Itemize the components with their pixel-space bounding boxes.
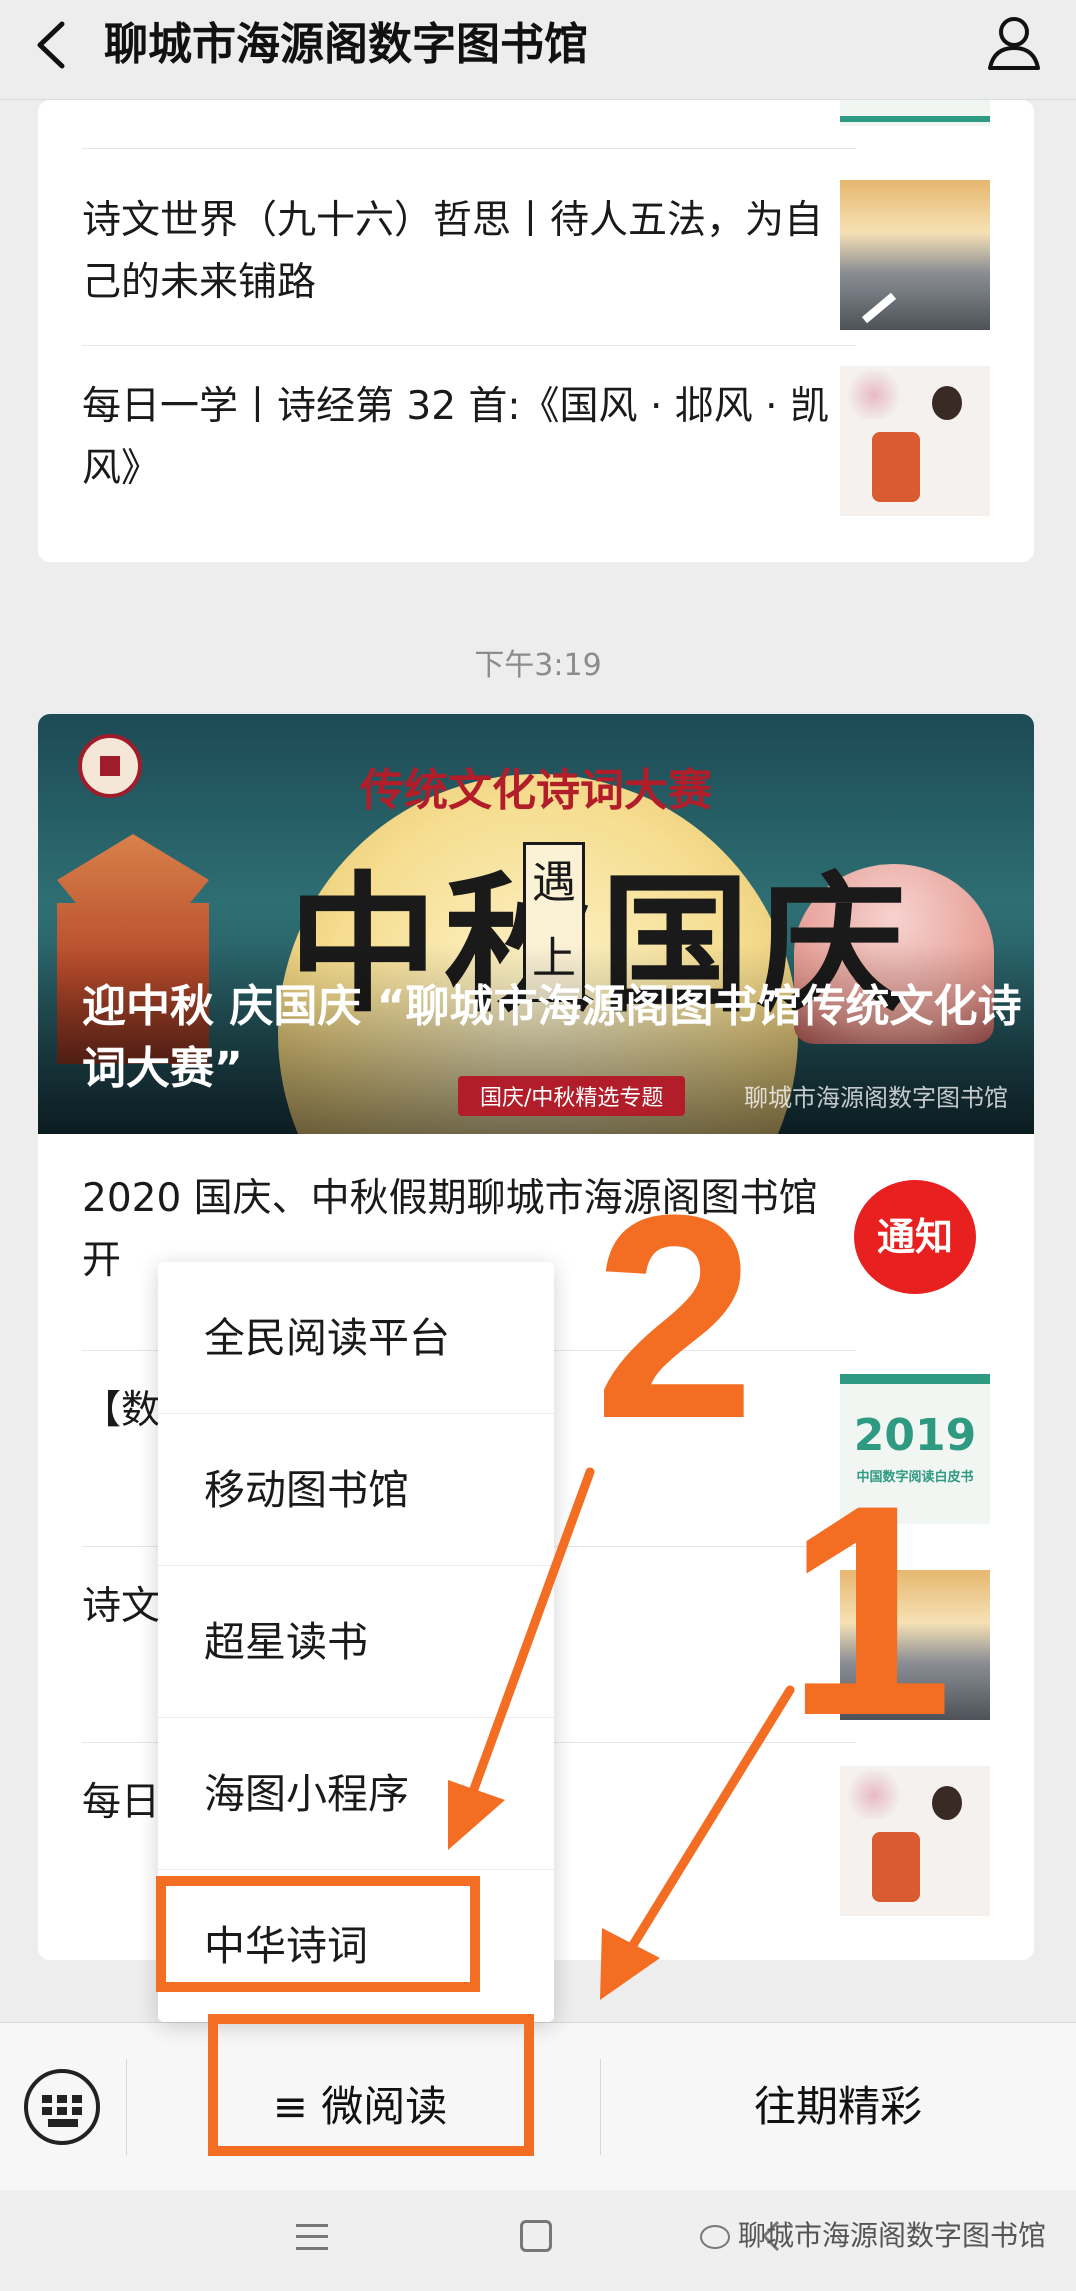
back-arrow-icon[interactable] <box>28 10 76 80</box>
menu-item-quanmin[interactable]: 全民阅读平台 <box>158 1262 554 1414</box>
profile-icon[interactable] <box>982 8 1046 78</box>
article-title: 每日一学丨诗经第 32 首:《国风 · 邶风 · 凯风》 <box>82 384 829 491</box>
message-timestamp: 下午3:19 <box>474 648 602 683</box>
banner-contest-title: 传统文化诗词大赛 <box>360 765 712 816</box>
account-menu-bar: ≡ 微阅读 往期精彩 <box>0 2022 1076 2190</box>
wechat-icon <box>699 2225 730 2249</box>
menu-button-wangqi[interactable]: 往期精彩 <box>600 2053 1076 2161</box>
cover-banner[interactable]: 传统文化诗词大赛 中秋国庆 遇上 国庆/中秋精选专题 聊城市海源阁数字图书馆 迎… <box>38 714 1034 1134</box>
step-number-2: 2 <box>594 1155 756 1479</box>
footer-watermark: 聊城市海源阁数字图书馆 <box>699 2214 1046 2254</box>
poetry-girl-image <box>840 1766 990 1916</box>
article-title: 诗文世界（九十六）哲思丨待人五法，为自己的未来铺路 <box>82 198 824 305</box>
top-bar: 聊城市海源阁数字图书馆 <box>0 0 1076 100</box>
list-item[interactable]: 每日一学丨诗经第 32 首:《国风 · 邶风 · 凯风》 <box>82 366 990 516</box>
divider <box>126 2059 127 2155</box>
keyboard-toggle-icon[interactable] <box>24 2069 100 2145</box>
page-title: 聊城市海源阁数字图书馆 <box>104 19 588 70</box>
home-icon[interactable] <box>520 2220 552 2252</box>
notice-image: 通知 <box>840 1162 990 1312</box>
step-number-1: 1 <box>786 1442 953 1778</box>
article-card-previous: 诗文世界（九十六）哲思丨待人五法，为自己的未来铺路 每日一学丨诗经第 32 首:… <box>38 100 1034 562</box>
highlight-zhonghua-shici <box>156 1876 480 1992</box>
divider <box>82 345 856 346</box>
menu-item-chaoxing[interactable]: 超星读书 <box>158 1566 554 1718</box>
report-thumb-cut <box>840 100 990 126</box>
road-sunset-image <box>840 180 990 330</box>
menu-item-mini-program[interactable]: 海图小程序 <box>158 1718 554 1870</box>
system-nav-bar: 聊城市海源阁数字图书馆 <box>0 2190 1076 2291</box>
divider <box>82 148 856 149</box>
poetry-girl-image <box>840 366 990 516</box>
list-item[interactable]: 诗文世界（九十六）哲思丨待人五法，为自己的未来铺路 <box>82 180 990 330</box>
recent-apps-icon[interactable] <box>296 2224 328 2250</box>
banner-headline: 迎中秋 庆国庆 “聊城市海源阁图书馆传统文化诗词大赛” <box>82 981 1022 1094</box>
menu-item-mobile-library[interactable]: 移动图书馆 <box>158 1414 554 1566</box>
highlight-weiyuedu <box>208 2014 534 2156</box>
